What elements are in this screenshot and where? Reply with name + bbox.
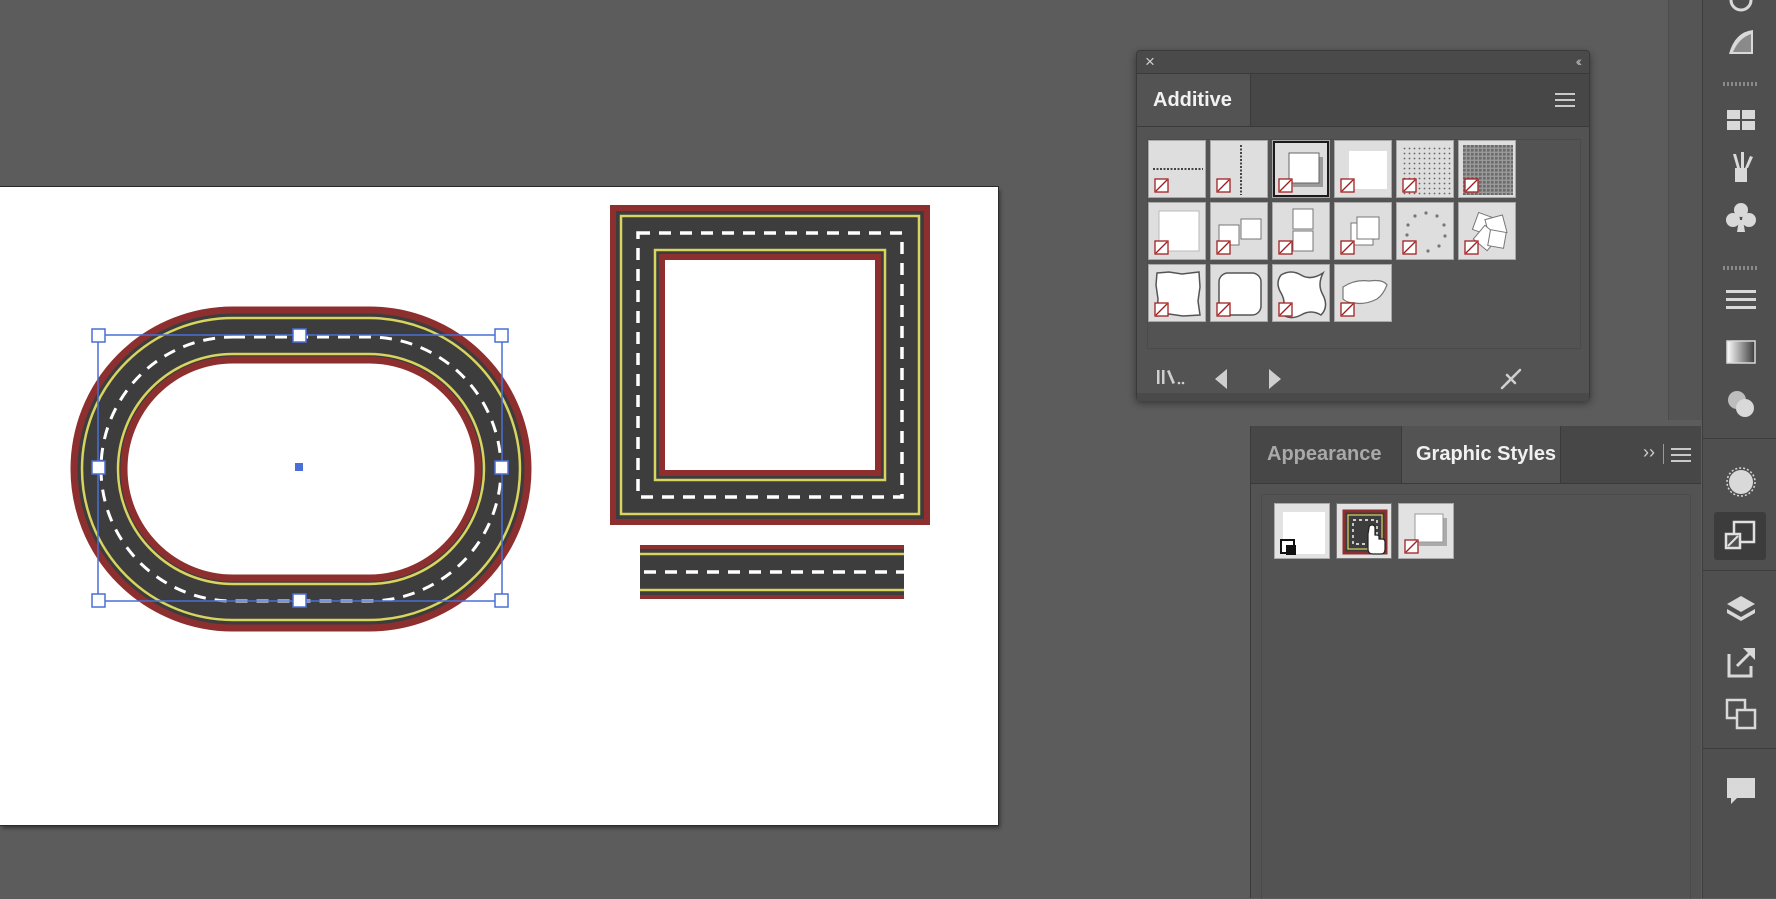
- appearance-icon[interactable]: [1723, 464, 1759, 500]
- tab-additive[interactable]: Additive: [1137, 74, 1251, 126]
- artboards-icon[interactable]: [1723, 696, 1759, 732]
- style-swatch-circle-dots[interactable]: [1396, 202, 1454, 260]
- graphic-style-road[interactable]: [1336, 503, 1392, 559]
- graphic-styles-panel[interactable]: Appearance Graphic Styles ››: [1250, 426, 1701, 899]
- additive-library-panel[interactable]: × ‹‹ Additive: [1136, 50, 1590, 401]
- panel-tab-row: Additive: [1137, 74, 1589, 127]
- style-swatch-dotted-v-line[interactable]: [1210, 140, 1268, 198]
- straight-road-segment[interactable]: [640, 545, 904, 599]
- library-menu-icon[interactable]: [1155, 367, 1189, 394]
- panel-menu-icon[interactable]: [1671, 448, 1691, 462]
- stroke-icon[interactable]: [1723, 282, 1759, 318]
- symbols-icon[interactable]: [1723, 200, 1759, 236]
- style-swatch-soft-shadow-square[interactable]: [1334, 140, 1392, 198]
- graphic-styles-list: [1261, 494, 1691, 899]
- graphic-style-default[interactable]: [1274, 503, 1330, 559]
- transparency-icon[interactable]: [1723, 386, 1759, 422]
- dock-grip[interactable]: [1723, 82, 1757, 86]
- break-link-icon[interactable]: [1499, 367, 1523, 396]
- artboard-artwork: [70, 205, 930, 632]
- style-swatch-drop-shadow-square[interactable]: [1272, 140, 1330, 198]
- style-swatch-stacked-squares[interactable]: [1272, 202, 1330, 260]
- panel-resize-grip[interactable]: [1137, 393, 1589, 401]
- gradient-wedge-icon[interactable]: [1723, 24, 1759, 60]
- next-icon[interactable]: [1268, 369, 1282, 394]
- graphic-styles-icon[interactable]: [1714, 512, 1766, 560]
- graphic-style-shadow[interactable]: [1398, 503, 1454, 559]
- square-road-frame[interactable]: [610, 205, 930, 525]
- style-swatch-plain-square[interactable]: [1148, 202, 1206, 260]
- artboard[interactable]: [0, 187, 998, 825]
- layers-icon[interactable]: [1723, 592, 1759, 628]
- tab-separator: [1663, 444, 1664, 464]
- style-swatch-cloud-shape[interactable]: [1334, 264, 1392, 322]
- brush-icon[interactable]: [1723, 0, 1759, 18]
- tab-graphic-styles[interactable]: Graphic Styles: [1401, 426, 1561, 483]
- style-swatch-dot-grid[interactable]: [1396, 140, 1454, 198]
- panel-icon-dock: [1702, 0, 1776, 898]
- style-swatch-rough-square[interactable]: [1148, 264, 1206, 322]
- dock-divider: [1668, 0, 1703, 420]
- dock-grip[interactable]: [1723, 266, 1757, 270]
- collapse-panel-icon[interactable]: ‹‹: [1576, 53, 1583, 69]
- close-icon[interactable]: ×: [1145, 53, 1155, 71]
- brushes-icon[interactable]: [1723, 150, 1759, 186]
- style-swatch-dotted-h-line[interactable]: [1148, 140, 1206, 198]
- panel-titlebar[interactable]: × ‹‹: [1137, 51, 1589, 74]
- style-swatch-flower-shapes[interactable]: [1458, 202, 1516, 260]
- style-swatch-rounded-square[interactable]: [1210, 264, 1268, 322]
- style-swatch-wavy-square[interactable]: [1272, 264, 1330, 322]
- panel-tab-bar: Appearance Graphic Styles ››: [1251, 426, 1701, 484]
- tab-appearance[interactable]: Appearance: [1251, 426, 1401, 483]
- panel-menu-icon[interactable]: [1555, 93, 1575, 107]
- graphic-styles-library: [1147, 139, 1581, 349]
- gradient-icon[interactable]: [1723, 334, 1759, 370]
- previous-icon[interactable]: [1214, 369, 1228, 394]
- style-swatch-dense-grid[interactable]: [1458, 140, 1516, 198]
- style-swatch-two-squares[interactable]: [1210, 202, 1268, 260]
- comments-icon[interactable]: [1723, 772, 1759, 808]
- expand-panel-icon[interactable]: ››: [1643, 442, 1655, 463]
- style-swatch-offset-square[interactable]: [1334, 202, 1392, 260]
- swatches-grid-icon[interactable]: [1723, 102, 1759, 138]
- export-icon[interactable]: [1723, 644, 1759, 680]
